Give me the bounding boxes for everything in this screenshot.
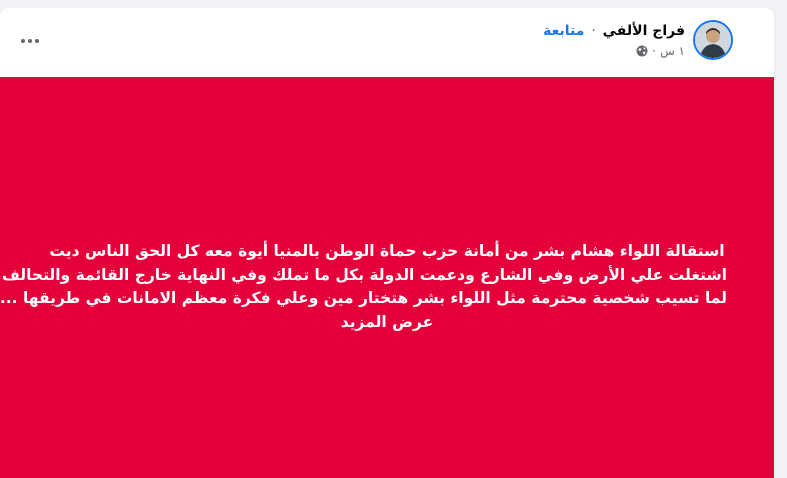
post-text: استقالة اللواء هشام بشر من أمانة حزب حما…: [0, 240, 727, 335]
more-options-button[interactable]: [14, 25, 46, 57]
post-background: استقالة اللواء هشام بشر من أمانة حزب حما…: [0, 77, 774, 478]
follow-button[interactable]: متابعة: [543, 23, 584, 39]
post-text-line: استقالة اللواء هشام بشر من أمانة حزب حما…: [49, 242, 725, 260]
time-separator: ·: [652, 44, 657, 58]
author-avatar[interactable]: [693, 20, 733, 60]
see-more-link[interactable]: عرض المزيد: [47, 311, 727, 335]
post-meta: فراج الألفي · متابعة ١ س ·: [543, 22, 685, 59]
post-card: فراج الألفي · متابعة ١ س · استقالة اللوا…: [0, 8, 774, 478]
post-time[interactable]: ١ س: [660, 43, 685, 59]
post-text-line: لما تسيب شخصية محترمة مثل اللواء بشر هتخ…: [0, 289, 727, 307]
more-dots-icon: [21, 39, 39, 43]
timestamp-line: ١ س ·: [543, 43, 685, 59]
post-header: فراج الألفي · متابعة ١ س ·: [0, 8, 774, 77]
globe-icon[interactable]: [636, 45, 648, 57]
name-separator: ·: [591, 23, 596, 39]
post-text-line: اشتغلت علي الأرض وفي الشارع ودعمت الدولة…: [1, 265, 727, 284]
avatar-image: [695, 22, 731, 58]
author-name[interactable]: فراج الألفي: [603, 23, 685, 39]
author-line: فراج الألفي · متابعة: [543, 22, 685, 40]
